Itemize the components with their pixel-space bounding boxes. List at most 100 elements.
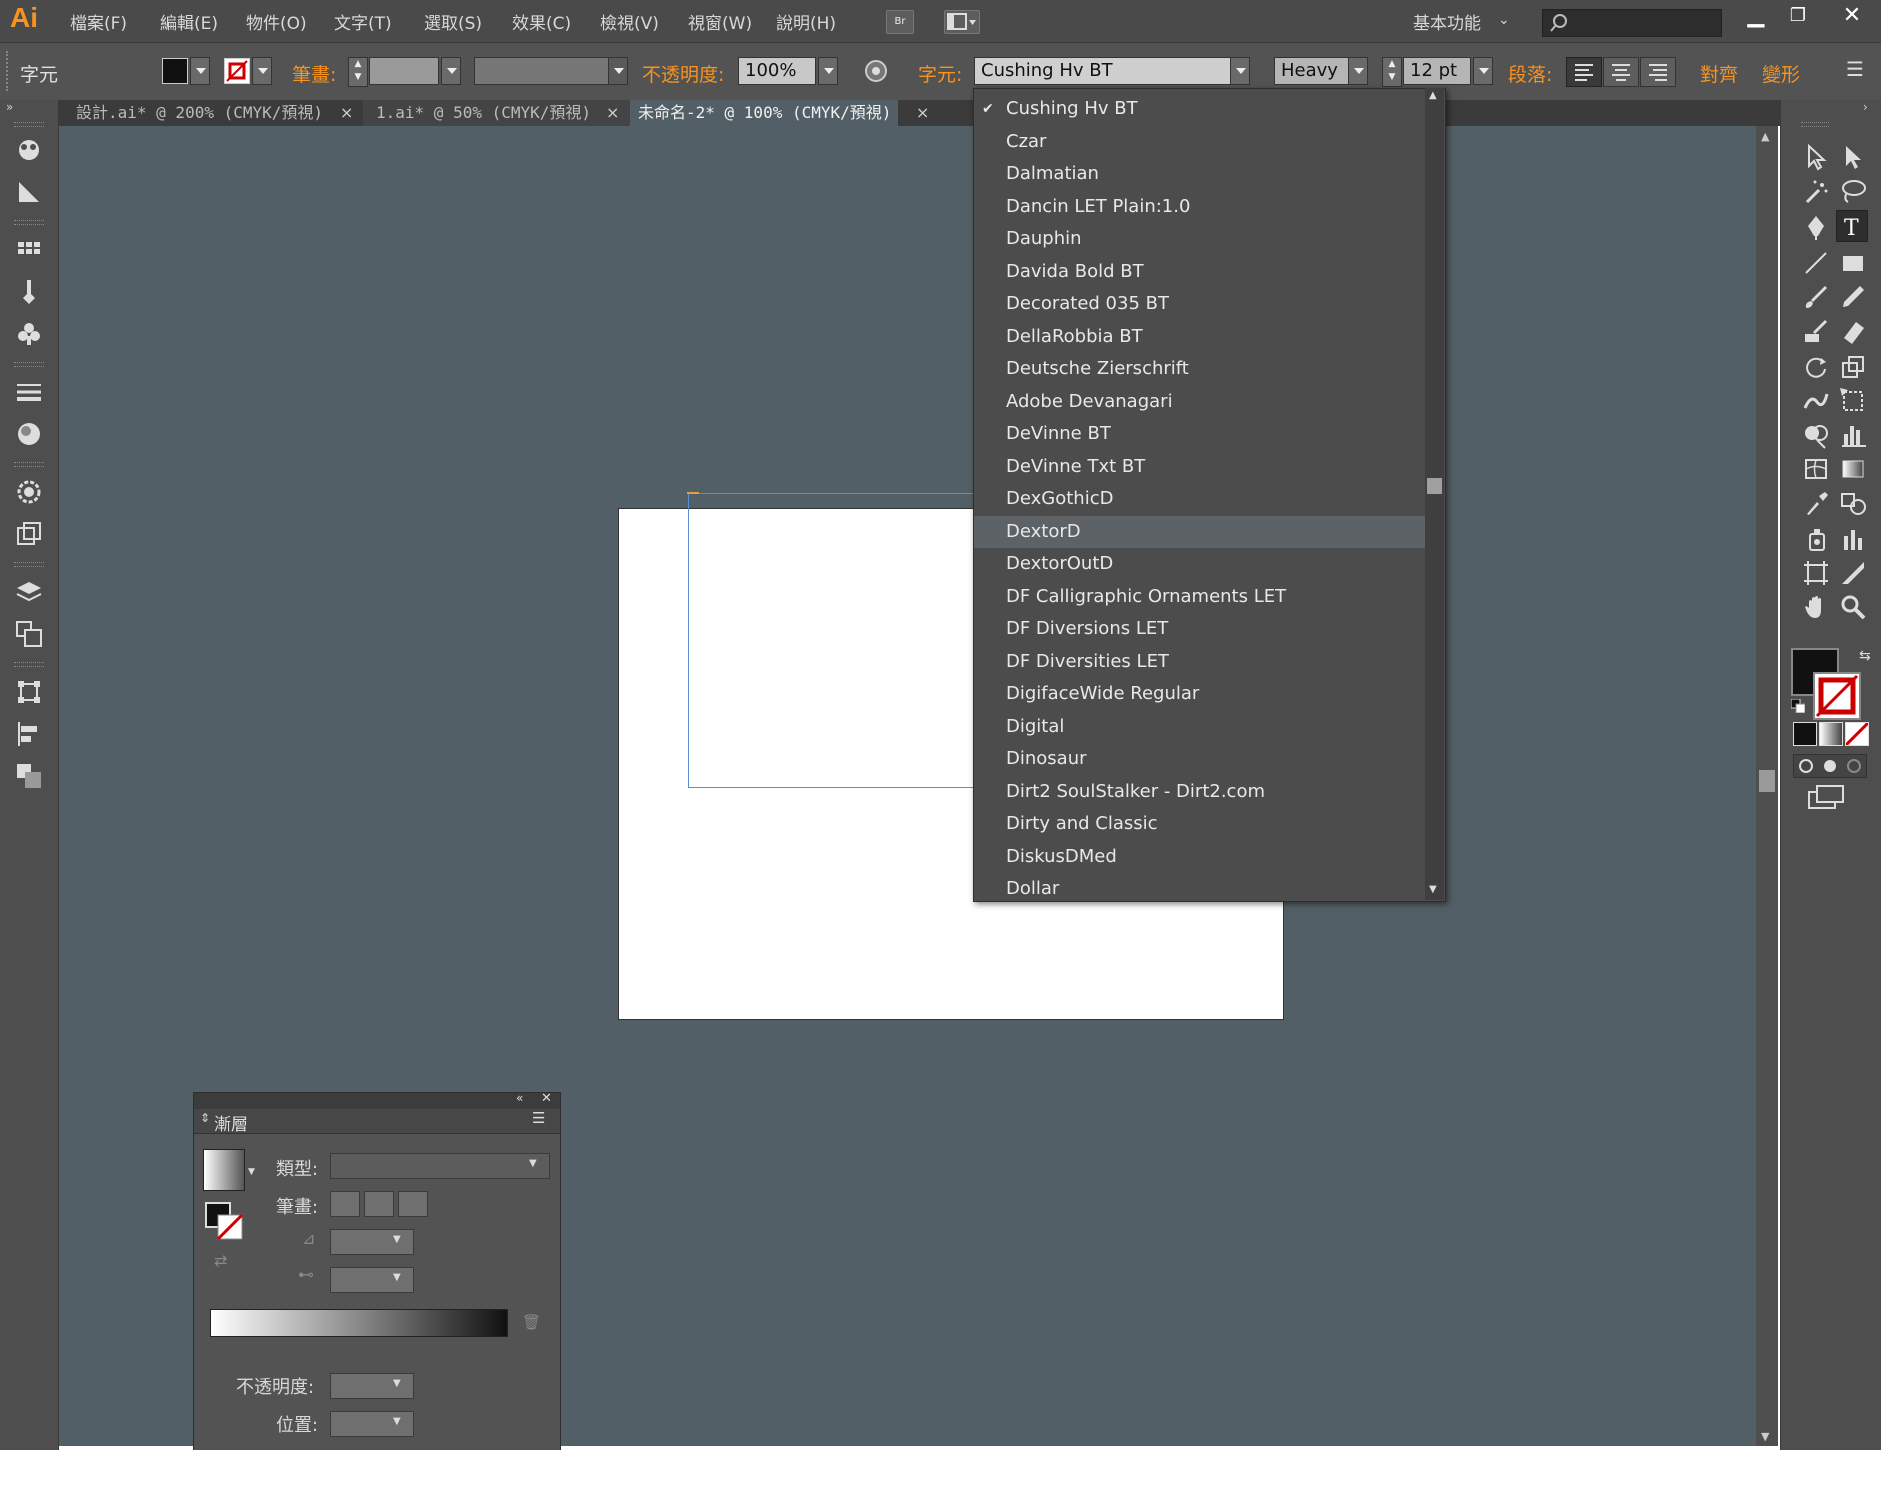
slice-tool-icon[interactable] <box>1838 558 1868 588</box>
fill-swatch[interactable] <box>162 58 188 84</box>
close-icon[interactable]: ✕ <box>1834 2 1870 30</box>
font-option[interactable]: Czar <box>974 126 1426 158</box>
opacity-dropdown[interactable] <box>818 57 838 85</box>
layers-icon[interactable] <box>13 576 45 608</box>
menu-effect[interactable]: 效果(C) <box>512 9 571 34</box>
shape-builder-tool-icon[interactable] <box>1801 420 1831 450</box>
font-option[interactable]: Dauphin <box>974 223 1426 255</box>
menu-type[interactable]: 文字(T) <box>334 9 392 34</box>
angle-field[interactable]: ▼ <box>330 1229 414 1255</box>
font-option[interactable]: DextorD <box>974 515 1426 548</box>
gradient-type-select[interactable]: ▼ <box>330 1153 550 1179</box>
eyedropper-tool-icon[interactable] <box>1801 488 1831 518</box>
symbol-sprayer-tool-icon[interactable] <box>1801 524 1831 554</box>
font-option[interactable]: DigifaceWide Regular <box>974 678 1426 710</box>
align-panel-icon[interactable] <box>13 718 45 750</box>
stroke-dropdown[interactable] <box>252 57 272 85</box>
font-option[interactable]: DextorOutD <box>974 548 1426 580</box>
scroll-down-icon[interactable]: ▼ <box>1429 884 1437 895</box>
font-style-field[interactable]: Heavy <box>1274 57 1354 85</box>
swap-colors-icon[interactable]: ⇆ <box>1859 648 1871 664</box>
paintbrush-tool-icon[interactable] <box>1801 282 1831 312</box>
stroke-gradient-along-icon[interactable] <box>364 1191 394 1217</box>
gradient-panel-icon[interactable] <box>13 418 45 450</box>
selection-tool-icon[interactable] <box>1801 142 1831 172</box>
font-option[interactable]: Decorated 035 BT <box>974 288 1426 320</box>
none-mode-icon[interactable] <box>1844 721 1870 747</box>
menu-file[interactable]: 檔案(F) <box>70 9 127 34</box>
screen-mode-icon[interactable] <box>1807 784 1845 812</box>
tab-close-icon[interactable]: × <box>340 100 353 126</box>
panel-options-icon[interactable]: ⇕ <box>200 1111 210 1125</box>
zoom-tool-icon[interactable] <box>1838 592 1868 622</box>
scroll-thumb[interactable] <box>1759 770 1775 792</box>
grip-handle[interactable] <box>6 51 12 91</box>
scroll-up-icon[interactable]: ▲ <box>1429 90 1437 101</box>
font-option[interactable]: DeVinne BT <box>974 418 1426 450</box>
font-option[interactable]: ✔ Cushing Hv BT <box>974 93 1426 125</box>
graph-tool-icon[interactable] <box>1838 420 1868 450</box>
gradient-preview-swatch[interactable] <box>203 1149 245 1191</box>
direct-selection-tool-icon[interactable] <box>1838 142 1868 172</box>
pathfinder-icon[interactable] <box>13 760 45 792</box>
font-option[interactable]: DiskusDMed <box>974 841 1426 873</box>
appearance-icon[interactable] <box>13 476 45 508</box>
font-option[interactable]: Dirty and Classic <box>974 808 1426 840</box>
mesh-tool-icon[interactable] <box>1801 454 1831 484</box>
menu-object[interactable]: 物件(O) <box>246 9 307 34</box>
artboard-tool-icon[interactable] <box>1801 558 1831 588</box>
aspect-ratio-field[interactable]: ▼ <box>330 1267 414 1293</box>
fill-stroke-indicator[interactable] <box>204 1201 244 1241</box>
panel-titlebar[interactable]: « ✕ <box>194 1091 560 1109</box>
collapse-tools-icon[interactable]: › <box>1863 100 1868 114</box>
menu-view[interactable]: 檢視(V) <box>600 9 659 34</box>
scroll-up-icon[interactable]: ▲ <box>1761 130 1769 143</box>
font-option[interactable]: DexGothicD <box>974 483 1426 515</box>
stop-location-field[interactable]: ▼ <box>330 1411 414 1437</box>
tab-1-ai[interactable]: 1.ai* @ 50% (CMYK/預視) <box>376 100 591 126</box>
artboards-panel-icon[interactable] <box>13 618 45 650</box>
menu-edit[interactable]: 編輯(E) <box>160 9 218 34</box>
collapse-panel-icon[interactable]: « <box>516 1091 523 1105</box>
align-left-icon[interactable] <box>1566 57 1602 87</box>
font-style-dropdown[interactable] <box>1348 57 1368 85</box>
scale-tool-icon[interactable] <box>1838 352 1868 382</box>
reverse-gradient-icon[interactable]: ⇄ <box>214 1251 227 1270</box>
drawing-modes-icon[interactable] <box>1793 754 1867 778</box>
graphic-styles-icon[interactable] <box>13 518 45 550</box>
font-option[interactable]: Adobe Devanagari <box>974 386 1426 418</box>
gradient-tool-icon[interactable] <box>1838 454 1868 484</box>
eraser-tool-icon[interactable] <box>1838 316 1868 346</box>
bridge-button[interactable]: Br <box>886 10 914 34</box>
opacity-field[interactable]: 100% <box>738 57 816 85</box>
workspace-switcher[interactable]: 基本功能 <box>1413 9 1481 34</box>
menu-window[interactable]: 視窗(W) <box>688 9 752 34</box>
default-colors-icon[interactable] <box>1790 698 1806 714</box>
font-option[interactable]: DF Diversions LET <box>974 613 1426 645</box>
restore-icon[interactable]: ❐ <box>1780 2 1816 30</box>
tab-close-icon[interactable]: × <box>606 100 619 126</box>
color-picker-icon[interactable] <box>13 176 45 208</box>
transform-panel-icon[interactable] <box>13 676 45 708</box>
font-family-dropdown[interactable] <box>1230 57 1250 85</box>
font-size-dropdown[interactable] <box>1473 57 1493 85</box>
panel-menu-icon[interactable]: ☰ <box>532 1109 545 1127</box>
font-option[interactable]: DeVinne Txt BT <box>974 451 1426 483</box>
free-transform-tool-icon[interactable] <box>1838 386 1868 416</box>
panel-menu-icon[interactable]: ☰ <box>1846 57 1864 81</box>
warp-tool-icon[interactable] <box>1801 386 1831 416</box>
tab-untitled-2[interactable]: 未命名-2* @ 100% (CMYK/預視) <box>638 100 891 126</box>
font-option[interactable]: Dancin LET Plain:1.0 <box>974 191 1426 223</box>
pen-tool-icon[interactable] <box>1801 212 1831 242</box>
align-panel-link[interactable]: 對齊 <box>1700 60 1738 87</box>
pencil-tool-icon[interactable] <box>1838 282 1868 312</box>
dropdown-scroll-thumb[interactable] <box>1427 478 1442 494</box>
lasso-tool-icon[interactable] <box>1838 176 1868 206</box>
font-option[interactable]: Deutsche Zierschrift <box>974 353 1426 385</box>
color-guide-icon[interactable] <box>13 134 45 166</box>
variable-width-field[interactable] <box>474 57 610 85</box>
dropdown-scrollbar[interactable]: ▲ ▼ <box>1425 88 1444 900</box>
brushes-icon[interactable] <box>13 276 45 308</box>
font-size-stepper[interactable]: ▲ ▼ <box>1382 57 1402 87</box>
canvas-vertical-scrollbar[interactable]: ▲ ▼ <box>1756 126 1778 1446</box>
